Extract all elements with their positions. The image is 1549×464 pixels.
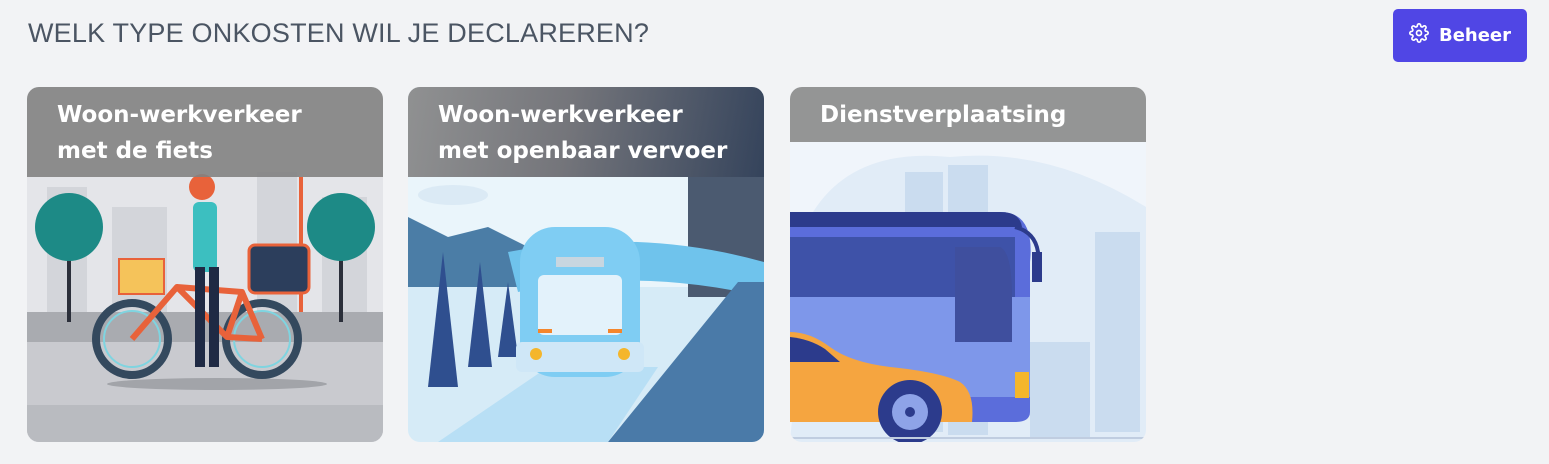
gear-icon <box>1409 23 1429 48</box>
card-title: Woon-werkverkeer met de fiets <box>27 87 383 177</box>
expense-card-bike[interactable]: Woon-werkverkeer met de fiets <box>27 87 383 442</box>
card-title-line1: Woon-werkverkeer <box>438 102 683 128</box>
card-title: Dienstverplaatsing <box>790 87 1146 142</box>
manage-button-label: Beheer <box>1438 25 1512 46</box>
manage-button[interactable]: Beheer <box>1393 9 1527 62</box>
page-title: WELK TYPE ONKOSTEN WIL JE DECLAREREN? <box>28 18 650 48</box>
card-title-line2: met openbaar vervoer <box>438 138 728 164</box>
expense-card-public-transport[interactable]: Woon-werkverkeer met openbaar vervoer <box>408 87 764 442</box>
expense-card-business-travel[interactable]: Dienstverplaatsing <box>790 87 1146 442</box>
card-title-line2: met de fiets <box>57 138 213 164</box>
card-title-line1: Woon-werkverkeer <box>57 102 302 128</box>
card-title-line1: Dienstverplaatsing <box>820 102 1067 128</box>
card-title: Woon-werkverkeer met openbaar vervoer <box>408 87 764 177</box>
